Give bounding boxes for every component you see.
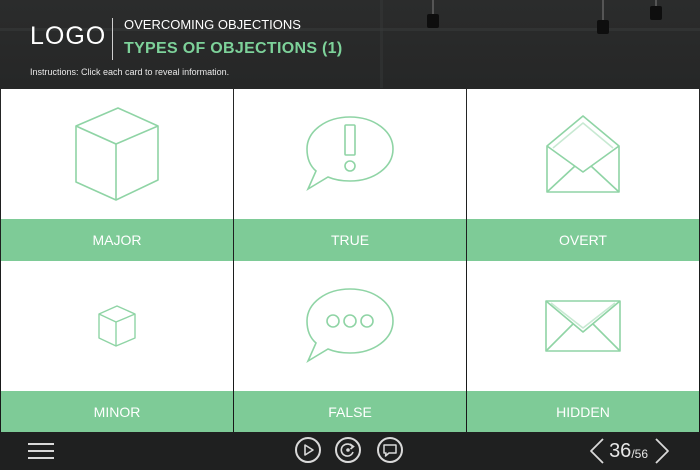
next-icon[interactable]	[654, 437, 670, 465]
card-label: HIDDEN	[467, 391, 699, 433]
course-title: OVERCOMING OBJECTIONS	[124, 17, 301, 32]
card-hidden[interactable]: HIDDEN	[467, 261, 699, 433]
card-false[interactable]: FALSE	[234, 261, 466, 433]
header: LOGO OVERCOMING OBJECTIONS TYPES OF OBJE…	[0, 0, 700, 88]
page-navigator: 36 /56	[589, 434, 670, 468]
instructions: Instructions: Click each card to reveal …	[30, 67, 230, 77]
card-minor[interactable]: MINOR	[1, 261, 233, 433]
speech-bubble-exclamation-icon	[306, 116, 394, 191]
replay-icon[interactable]	[335, 437, 361, 463]
slide-title: TYPES OF OBJECTIONS (1)	[124, 40, 343, 57]
closed-envelope-icon	[545, 300, 621, 352]
card-label: MAJOR	[1, 219, 233, 261]
footer-bar: 36 /56	[0, 432, 700, 470]
card-true[interactable]: TRUE	[234, 89, 466, 261]
small-cube-icon	[98, 305, 136, 347]
card-label: OVERT	[467, 219, 699, 261]
current-page: 36	[609, 439, 632, 462]
open-envelope-icon	[546, 115, 620, 193]
card-grid: MAJOR TRUE OVERT MINOR FALSE HIDDEN	[0, 89, 700, 433]
card-overt[interactable]: OVERT	[467, 89, 699, 261]
card-label: MINOR	[1, 391, 233, 433]
transcript-icon[interactable]	[377, 437, 403, 463]
total-pages: /56	[631, 447, 648, 461]
logo: LOGO	[30, 22, 107, 50]
card-label: TRUE	[234, 219, 466, 261]
large-cube-icon	[75, 107, 159, 201]
card-label: FALSE	[234, 391, 466, 433]
header-divider	[112, 18, 113, 60]
card-major[interactable]: MAJOR	[1, 89, 233, 261]
play-icon[interactable]	[295, 437, 321, 463]
speech-bubble-ellipsis-icon	[306, 288, 394, 363]
menu-icon[interactable]	[28, 441, 54, 461]
prev-icon[interactable]	[589, 437, 605, 465]
